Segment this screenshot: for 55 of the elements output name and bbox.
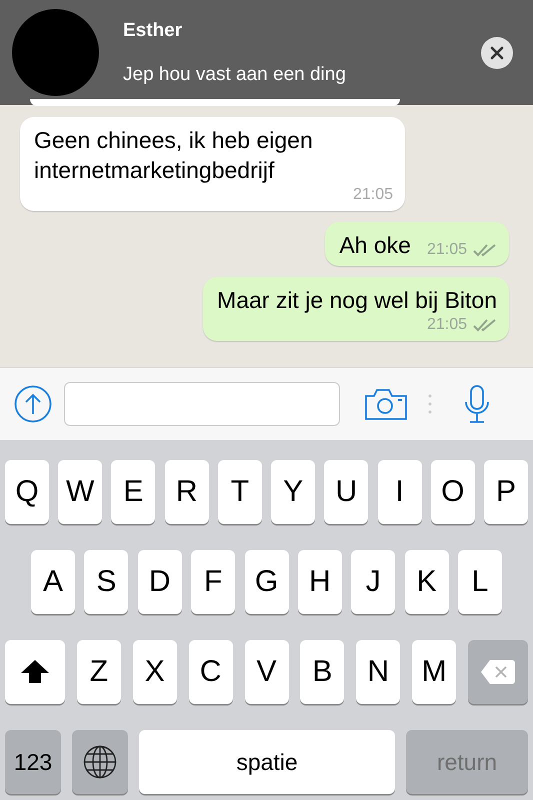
key[interactable]: X — [132, 640, 177, 704]
key[interactable]: Q — [5, 460, 49, 524]
double-check-icon — [473, 318, 497, 332]
close-icon — [490, 46, 504, 60]
microphone-icon — [464, 384, 490, 424]
camera-icon — [364, 387, 408, 421]
key[interactable]: C — [188, 640, 233, 704]
arrow-up-icon — [20, 659, 50, 685]
notification-message: Jep hou vast aan een ding — [123, 64, 347, 86]
key[interactable]: E — [111, 460, 156, 524]
key[interactable]: V — [244, 640, 288, 704]
key[interactable]: Z — [76, 640, 121, 704]
sender-name: Esther — [123, 20, 184, 42]
key[interactable]: F — [191, 550, 236, 614]
key[interactable]: U — [324, 460, 368, 524]
microphone-button[interactable] — [464, 384, 490, 424]
key[interactable]: I — [378, 460, 422, 524]
key[interactable]: A — [31, 550, 75, 614]
message-text: Maar zit je nog wel bij Biton — [217, 287, 497, 313]
key[interactable]: Y — [271, 460, 316, 524]
key[interactable]: N — [356, 640, 400, 704]
message-time: 21:05 — [352, 185, 393, 205]
key[interactable]: M — [412, 640, 456, 704]
key[interactable]: O — [430, 460, 475, 524]
globe-icon — [83, 745, 117, 779]
message-time: 21:05 — [426, 240, 467, 260]
separator-icon — [428, 394, 432, 414]
key[interactable]: T — [218, 460, 262, 524]
attach-button[interactable] — [14, 385, 52, 423]
shift-key[interactable] — [5, 640, 65, 704]
space-key[interactable]: spatie — [139, 730, 395, 794]
key[interactable]: P — [484, 460, 528, 524]
close-button[interactable] — [481, 36, 513, 68]
message-input[interactable] — [64, 382, 340, 426]
key[interactable]: W — [58, 460, 102, 524]
key[interactable]: S — [84, 550, 128, 614]
backspace-icon — [480, 659, 516, 685]
camera-button[interactable] — [364, 387, 408, 421]
message-text: Ah oke — [339, 231, 411, 260]
key[interactable]: H — [298, 550, 342, 614]
key[interactable]: K — [404, 550, 449, 614]
upload-icon — [14, 385, 52, 423]
delete-key[interactable] — [468, 640, 528, 704]
key[interactable]: G — [244, 550, 288, 614]
key[interactable]: R — [164, 460, 209, 524]
key[interactable]: B — [300, 640, 344, 704]
double-check-icon — [473, 243, 497, 257]
key[interactable]: J — [351, 550, 396, 614]
notification-banner[interactable]: Esther Jep hou vast aan een ding — [0, 0, 533, 105]
message-time: 21:05 — [426, 315, 467, 335]
message-text: Geen chinees, ik heb eigen internetmarketingbedrijf — [34, 127, 313, 183]
key[interactable]: L — [458, 550, 502, 614]
key[interactable]: D — [138, 550, 182, 614]
globe-key[interactable] — [72, 730, 128, 794]
numbers-key[interactable]: 123 — [5, 730, 61, 794]
